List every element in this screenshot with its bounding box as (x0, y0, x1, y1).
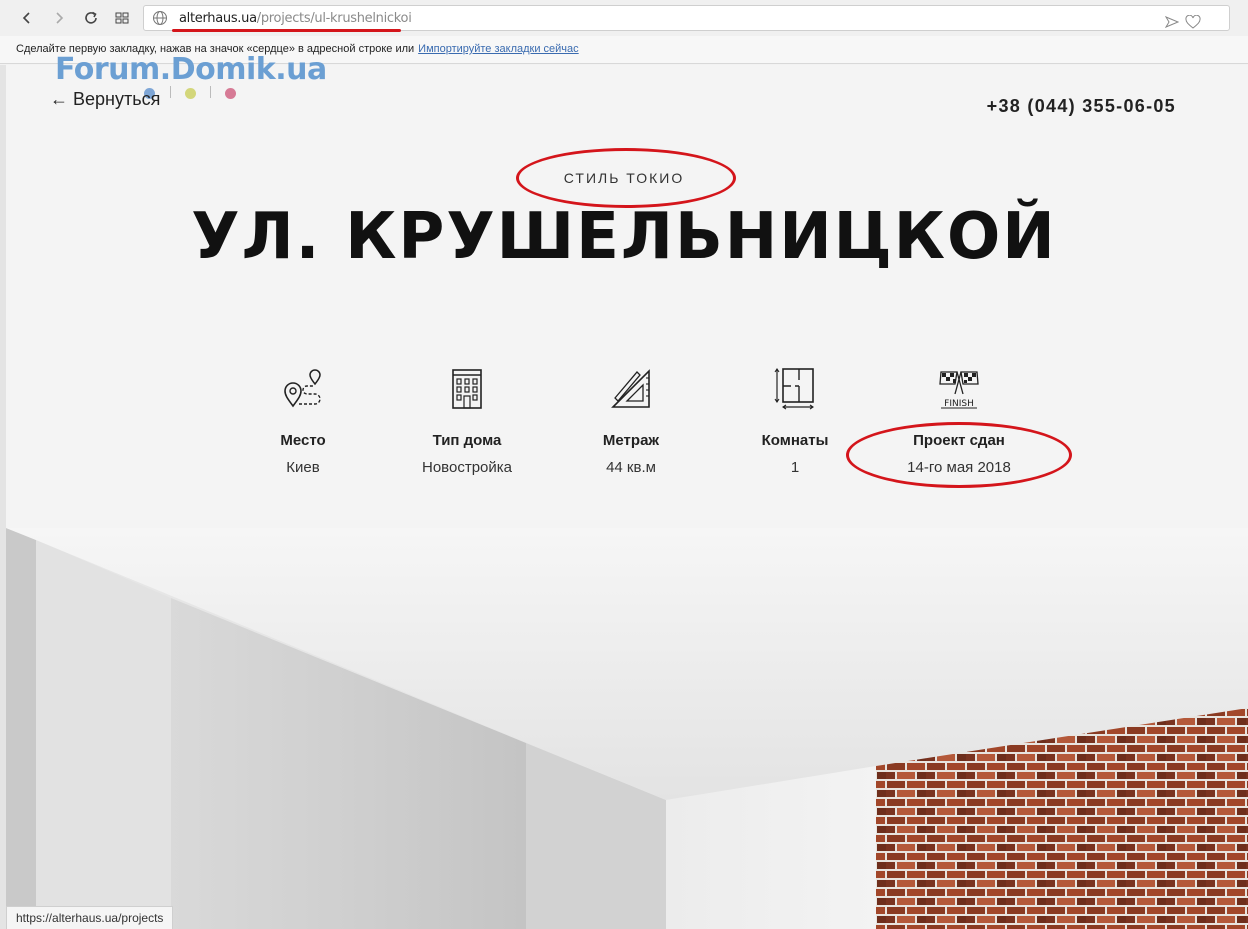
address-bar[interactable]: alterhaus.ua/projects/ul-krushelnickoi (143, 5, 1230, 31)
map-route-icon (284, 369, 321, 408)
stat-label: Место (280, 432, 326, 449)
stat-value: Киев (286, 459, 320, 476)
ruler-triangle-icon (611, 369, 650, 408)
floor-plan-icon (774, 368, 814, 410)
stat-value: Новостройка (422, 459, 512, 476)
watermark: Forum.Domik.ua (55, 52, 327, 87)
stat-area: Метраж 44 кв.м (556, 366, 706, 476)
watermark-dot-green (185, 88, 196, 99)
watermark-dot-pink (225, 88, 236, 99)
import-bookmarks-link[interactable]: Импортируйте закладки сейчас (418, 43, 579, 55)
building-icon (452, 369, 482, 409)
stat-label: Комнаты (761, 432, 829, 449)
hero-image (6, 528, 1248, 929)
send-icon[interactable] (1164, 15, 1180, 34)
watermark-separator (170, 86, 171, 98)
finish-flags-icon: FINISH (939, 371, 979, 409)
stat-label: Тип дома (432, 432, 502, 449)
page-title: УЛ. КРУШЕЛЬНИЦКОЙ (191, 200, 1057, 274)
url-annotation-underline (172, 29, 401, 32)
status-bar-url: https://alterhaus.ua/projects (6, 906, 174, 929)
url-path: /projects/ul-krushelnickoi (256, 11, 412, 26)
stat-label: Метраж (602, 432, 660, 449)
heart-icon[interactable] (1185, 14, 1201, 34)
phone-number[interactable]: +38 (044) 355-06-05 (987, 96, 1176, 117)
back-arrow-icon[interactable] (15, 6, 39, 30)
globe-icon (153, 11, 167, 25)
speed-dial-icon[interactable] (110, 6, 134, 30)
back-link[interactable]: ← Вернуться (50, 89, 160, 110)
style-annotation-circle (516, 148, 736, 208)
stat-value: 44 кв.м (606, 459, 656, 476)
url-domain: alterhaus.ua (179, 11, 257, 26)
interior-photo (6, 528, 1248, 929)
forward-arrow-icon[interactable] (47, 6, 71, 30)
url-text: alterhaus.ua/projects/ul-krushelnickoi (179, 11, 412, 26)
stat-house-type: Тип дома Новостройка (392, 366, 542, 476)
stat-location: Место Киев (228, 366, 378, 476)
reload-icon[interactable] (79, 6, 103, 30)
watermark-separator (210, 86, 211, 98)
date-annotation-circle (846, 422, 1072, 488)
